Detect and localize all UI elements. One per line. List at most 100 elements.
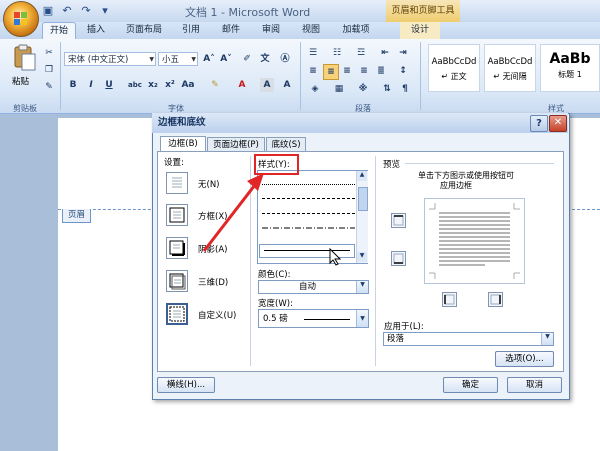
justify-icon[interactable]: ≡ <box>357 64 371 78</box>
apply-to-dropdown[interactable]: 段落 ▼ <box>383 332 554 346</box>
ok-button[interactable]: 确定 <box>443 377 498 393</box>
show-marks-icon[interactable]: ¶ <box>398 82 412 96</box>
setting-3d-label[interactable]: 三维(D) <box>198 276 228 288</box>
strikethrough-icon[interactable]: abc <box>128 78 142 92</box>
tab-view[interactable]: 视图 <box>298 22 324 39</box>
font-name-combo[interactable]: 宋体 (中文正文) ▼ <box>64 52 156 66</box>
char-shading-icon[interactable]: A <box>260 78 274 92</box>
top-border-icon[interactable] <box>391 213 406 228</box>
grow-font-icon[interactable]: A˄ <box>202 52 216 66</box>
shrink-font-icon[interactable]: A˅ <box>219 52 233 66</box>
horizontal-line-button[interactable]: 横线(H)... <box>157 377 215 393</box>
enclose-char-icon[interactable]: Ⓐ <box>278 52 292 66</box>
tab-page-layout[interactable]: 页面布局 <box>122 22 166 39</box>
group-divider <box>300 42 301 110</box>
format-painter-icon[interactable]: ✎ <box>42 80 56 94</box>
undo-icon[interactable]: ↶ <box>59 3 75 19</box>
font-size-value: 小五 <box>162 55 180 65</box>
font-size-combo[interactable]: 小五 ▼ <box>158 52 198 66</box>
preview-rule <box>405 163 554 164</box>
setting-none-icon[interactable] <box>166 172 188 194</box>
tab-insert[interactable]: 插入 <box>82 22 110 39</box>
panel-divider <box>375 156 376 366</box>
color-value: 自动 <box>298 282 316 292</box>
style-heading-1[interactable]: AaBb 标题 1 <box>540 44 600 92</box>
distributed-icon[interactable]: ≣ <box>374 64 388 78</box>
dialog-title: 边框和底纹 <box>152 113 568 133</box>
scroll-thumb[interactable] <box>358 187 368 211</box>
paste-label[interactable]: 粘贴 <box>12 75 29 87</box>
office-button-icon[interactable] <box>3 1 39 37</box>
change-case-icon[interactable]: Aa <box>181 78 195 92</box>
align-left-icon[interactable]: ≡ <box>306 64 320 78</box>
left-border-icon[interactable] <box>442 292 457 307</box>
subscript-icon[interactable]: x₂ <box>146 78 160 92</box>
increase-indent-icon[interactable]: ⇥ <box>396 46 410 60</box>
setting-shadow-icon[interactable] <box>166 237 188 259</box>
customize-dropdown-icon[interactable]: ▾ <box>97 3 113 19</box>
border-preview[interactable] <box>424 198 525 284</box>
tab-addins[interactable]: 加载项 <box>338 22 374 39</box>
clipboard-group-label: 剪贴板 <box>13 104 37 113</box>
phonetic-guide-icon[interactable]: 文 <box>258 52 272 66</box>
underline-icon[interactable]: U <box>102 78 116 92</box>
scroll-up-icon[interactable]: ▲ <box>357 171 367 181</box>
tab-mailings[interactable]: 邮件 <box>218 22 244 39</box>
close-icon[interactable]: ✕ <box>549 115 567 132</box>
decrease-indent-icon[interactable]: ⇤ <box>378 46 392 60</box>
enclose-border-icon[interactable]: A <box>280 78 294 92</box>
clear-format-icon[interactable]: ✐ <box>240 52 254 66</box>
setting-3d-icon[interactable] <box>166 270 188 292</box>
cancel-button[interactable]: 取消 <box>507 377 562 393</box>
line-spacing-icon[interactable]: ↕ <box>396 64 410 78</box>
tab-design[interactable]: 设计 <box>400 22 440 39</box>
bold-icon[interactable]: B <box>66 78 80 92</box>
tab-borders[interactable]: 边框(B) <box>160 136 206 152</box>
style-normal[interactable]: AaBbCcDd ↵ 正文 <box>428 44 480 92</box>
setting-custom-icon[interactable] <box>166 303 188 325</box>
align-right-icon[interactable]: ≡ <box>340 64 354 78</box>
copy-icon[interactable]: ❐ <box>42 63 56 77</box>
multilevel-list-icon[interactable]: ☲ <box>354 46 368 60</box>
right-border-icon[interactable] <box>488 292 503 307</box>
color-dropdown[interactable]: 自动 ▼ <box>258 280 369 294</box>
paste-icon[interactable] <box>10 44 38 74</box>
align-center-icon[interactable]: ≡ <box>323 64 339 80</box>
font-color-icon[interactable]: A <box>235 78 249 92</box>
mouse-cursor-icon <box>329 248 342 266</box>
setting-custom-label[interactable]: 自定义(U) <box>198 309 236 321</box>
cut-icon[interactable]: ✂ <box>42 46 56 60</box>
options-button[interactable]: 选项(O)... <box>495 351 554 367</box>
help-icon[interactable]: ? <box>530 115 548 132</box>
superscript-icon[interactable]: x² <box>163 78 177 92</box>
redo-icon[interactable]: ↷ <box>78 3 94 19</box>
tab-review[interactable]: 审阅 <box>258 22 284 39</box>
save-icon[interactable]: ▣ <box>40 3 56 19</box>
chevron-down-icon: ▼ <box>149 56 154 63</box>
apply-to-label: 应用于(L): <box>384 322 424 332</box>
width-dropdown[interactable]: 0.5 磅 ▼ <box>258 309 369 328</box>
italic-icon[interactable]: I <box>84 78 98 92</box>
style-name: ↵ 无间隔 <box>493 72 527 81</box>
style-no-spacing[interactable]: AaBbCcDd ↵ 无间隔 <box>484 44 536 92</box>
tab-shading[interactable]: 底纹(S) <box>266 137 306 151</box>
bullets-icon[interactable]: ☰ <box>306 46 320 60</box>
annotation-arrow-icon <box>202 173 264 252</box>
tab-page-border[interactable]: 页面边框(P) <box>207 137 265 151</box>
style-name: 标题 1 <box>558 70 582 79</box>
shading-icon[interactable]: ◈ <box>308 82 322 96</box>
group-divider <box>420 42 421 110</box>
style-preview: AaBbCcDd <box>431 57 477 67</box>
setting-box-icon[interactable] <box>166 204 188 226</box>
numbering-icon[interactable]: ☷ <box>330 46 344 60</box>
style-list-scrollbar[interactable]: ▲ ▼ <box>356 171 368 263</box>
bottom-border-icon[interactable] <box>391 251 406 266</box>
highlight-icon[interactable]: ✎ <box>208 78 222 92</box>
tab-references[interactable]: 引用 <box>178 22 204 39</box>
sort-icon[interactable]: ⇅ <box>380 82 394 96</box>
chevron-down-icon: ▼ <box>541 333 553 345</box>
quick-access-toolbar: ▣ ↶ ↷ ▾ <box>40 3 113 19</box>
asian-layout-icon[interactable]: ※ <box>356 82 370 96</box>
scroll-down-icon[interactable]: ▼ <box>357 252 367 262</box>
borders-icon[interactable]: ▦ <box>332 82 346 96</box>
